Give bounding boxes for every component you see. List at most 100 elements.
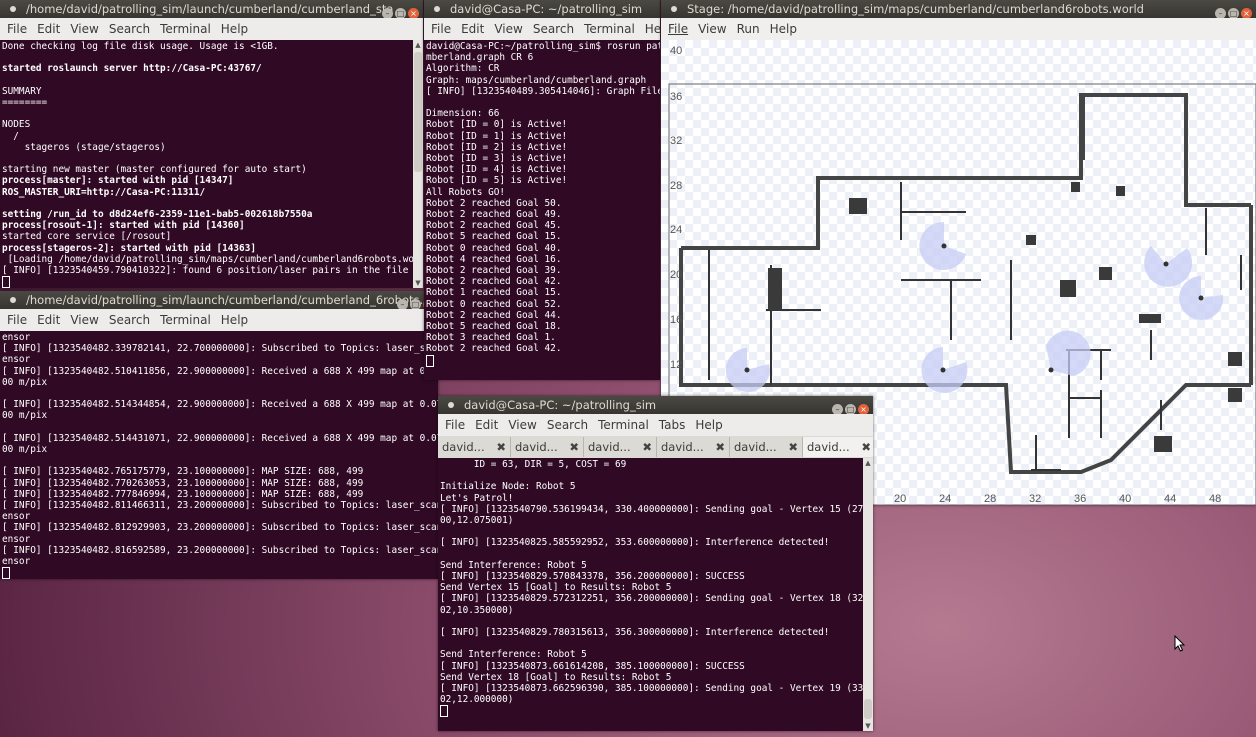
terminal-line: ensor xyxy=(2,354,31,366)
menu-help[interactable]: Help xyxy=(695,418,722,432)
title-bar[interactable]: /home/david/patrolling_sim/launch/cumber… xyxy=(0,291,438,309)
terminal-line: Robot 0 reached Goal 52. xyxy=(426,298,562,310)
menu-help[interactable]: Help xyxy=(221,313,248,327)
menu-view[interactable]: View xyxy=(70,22,98,36)
menu-help[interactable]: Help xyxy=(770,22,797,36)
tab-close-icon[interactable]: ✖ xyxy=(861,437,871,457)
menu-terminal[interactable]: Terminal xyxy=(160,313,211,327)
menu-terminal[interactable]: Terminal xyxy=(160,22,211,36)
menu-terminal[interactable]: Terminal xyxy=(598,418,649,432)
window-menu-icon[interactable] xyxy=(671,6,677,12)
patrol-agent-terminal-window[interactable]: david@Casa-PC: ~/patrolling_sim – □ × File… xyxy=(438,396,873,731)
terminal-tab[interactable]: david... ✖ xyxy=(438,437,511,457)
tab-close-icon[interactable]: ✖ xyxy=(642,437,652,457)
maximize-icon[interactable]: □ xyxy=(1228,8,1239,18)
terminal-line: [ INFO] [1323540482.765175779, 23.100000… xyxy=(2,466,364,478)
minimize-icon[interactable]: – xyxy=(397,299,408,309)
terminal-line: Send Vertex 15 [Goal] to Results: Robot … xyxy=(440,582,672,594)
y-axis-label: 32 xyxy=(670,135,682,147)
terminal-tab-active[interactable]: david... ✖ xyxy=(803,437,873,457)
tab-close-icon[interactable]: ✖ xyxy=(569,437,579,457)
terminal-line: Dimension: 66 xyxy=(426,108,500,120)
menu-file[interactable]: File xyxy=(668,22,688,36)
menu-edit[interactable]: Edit xyxy=(461,22,484,36)
window-menu-icon[interactable] xyxy=(10,297,16,303)
window-menu-icon[interactable] xyxy=(448,402,454,408)
title-bar[interactable]: david@Casa-PC: ~/patrolling_sim – □ × xyxy=(438,396,873,414)
menu-view[interactable]: View xyxy=(494,22,522,36)
terminal-line: Robot [ID = 5] is Active! xyxy=(426,175,568,187)
x-axis-label: 24 xyxy=(939,493,951,505)
terminal-tab[interactable]: david... ✖ xyxy=(730,437,803,457)
menu-search[interactable]: Search xyxy=(533,22,574,36)
terminal-tab[interactable]: david... ✖ xyxy=(511,437,584,457)
scrollbar[interactable]: ▲ ▼ xyxy=(413,40,423,288)
menu-file[interactable]: File xyxy=(7,313,27,327)
rosrun-terminal-window[interactable]: david@Casa-PC: ~/patrolling_sim File Edit… xyxy=(424,0,660,380)
minimize-icon[interactable]: – xyxy=(1215,8,1226,18)
terminal-output[interactable]: Done checking log file disk usage. Usage… xyxy=(0,40,413,288)
close-icon[interactable]: × xyxy=(408,8,419,18)
roslaunch-terminal-window[interactable]: /home/david/patrolling_sim/launch/cumber… xyxy=(0,0,423,288)
menu-run[interactable]: Run xyxy=(737,22,760,36)
terminal-tab[interactable]: david... ✖ xyxy=(584,437,657,457)
terminal-line: ensor xyxy=(2,556,31,568)
menu-help[interactable]: Help xyxy=(645,22,660,36)
menu-edit[interactable]: Edit xyxy=(475,418,498,432)
terminal-line: 00,12.075001) xyxy=(440,515,514,526)
tab-close-icon[interactable]: ✖ xyxy=(715,437,725,457)
scrollbar[interactable]: ▲ ▼ xyxy=(863,458,873,731)
window-menu-icon[interactable] xyxy=(434,6,440,12)
terminal-output[interactable]: ensor[ INFO] [1323540482.339782141, 22.7… xyxy=(0,331,438,579)
tab-close-icon[interactable]: ✖ xyxy=(788,437,798,457)
close-icon[interactable]: × xyxy=(1241,8,1252,18)
menu-view[interactable]: View xyxy=(70,313,98,327)
minimize-icon[interactable]: – xyxy=(382,8,393,18)
scroll-up-icon[interactable]: ▲ xyxy=(413,40,423,50)
menu-edit[interactable]: Edit xyxy=(37,313,60,327)
menu-search[interactable]: Search xyxy=(109,313,150,327)
menu-view[interactable]: View xyxy=(508,418,536,432)
terminal-line: ensor xyxy=(2,533,31,545)
menu-tabs[interactable]: Tabs xyxy=(659,418,686,432)
terminal-output[interactable]: david@Casa-PC:~/patrolling_sim$ rosrun p… xyxy=(424,40,660,380)
scrollbar-thumb[interactable] xyxy=(864,699,872,719)
menu-view[interactable]: View xyxy=(698,22,726,36)
terminal-line: [ INFO] [1323540459.790410322]: found 6 … xyxy=(2,264,409,276)
menu-file[interactable]: File xyxy=(445,418,465,432)
robots-launch-terminal-window[interactable]: /home/david/patrolling_sim/launch/cumber… xyxy=(0,291,438,579)
title-bar[interactable]: /home/david/patrolling_sim/launch/cumber… xyxy=(0,0,423,18)
tab-close-icon[interactable]: ✖ xyxy=(496,437,506,457)
menu-terminal[interactable]: Terminal xyxy=(584,22,635,36)
terminal-tab[interactable]: david... ✖ xyxy=(657,437,730,457)
scroll-down-icon[interactable]: ▼ xyxy=(413,278,423,288)
terminal-line: Robot 2 reached Goal 42. xyxy=(426,276,562,288)
menu-file[interactable]: File xyxy=(431,22,451,36)
maximize-icon[interactable]: □ xyxy=(395,8,406,18)
title-bar[interactable]: Stage: /home/david/patrolling_sim/maps/c… xyxy=(661,0,1256,18)
scroll-up-icon[interactable]: ▲ xyxy=(863,458,873,468)
terminal-line: Robot [ID = 0] is Active! xyxy=(426,119,568,131)
maximize-icon[interactable]: □ xyxy=(410,299,421,309)
maximize-icon[interactable]: □ xyxy=(845,404,856,414)
close-icon[interactable]: × xyxy=(858,404,869,414)
terminal-cursor xyxy=(2,276,10,288)
minimize-icon[interactable]: – xyxy=(832,404,843,414)
terminal-output[interactable]: ID = 63, DIR = 5, COST = 69 Initialize No… xyxy=(438,458,863,731)
menu-edit[interactable]: Edit xyxy=(37,22,60,36)
menu-search[interactable]: Search xyxy=(547,418,588,432)
title-bar[interactable]: david@Casa-PC: ~/patrolling_sim xyxy=(424,0,660,18)
terminal-line: Robot 2 reached Goal 45. xyxy=(426,220,562,232)
menu-search[interactable]: Search xyxy=(109,22,150,36)
scroll-down-icon[interactable]: ▼ xyxy=(863,721,873,731)
menu-file[interactable]: File xyxy=(7,22,27,36)
scrollbar-thumb[interactable] xyxy=(414,52,422,172)
menu-help[interactable]: Help xyxy=(221,22,248,36)
window-menu-icon[interactable] xyxy=(10,6,16,12)
